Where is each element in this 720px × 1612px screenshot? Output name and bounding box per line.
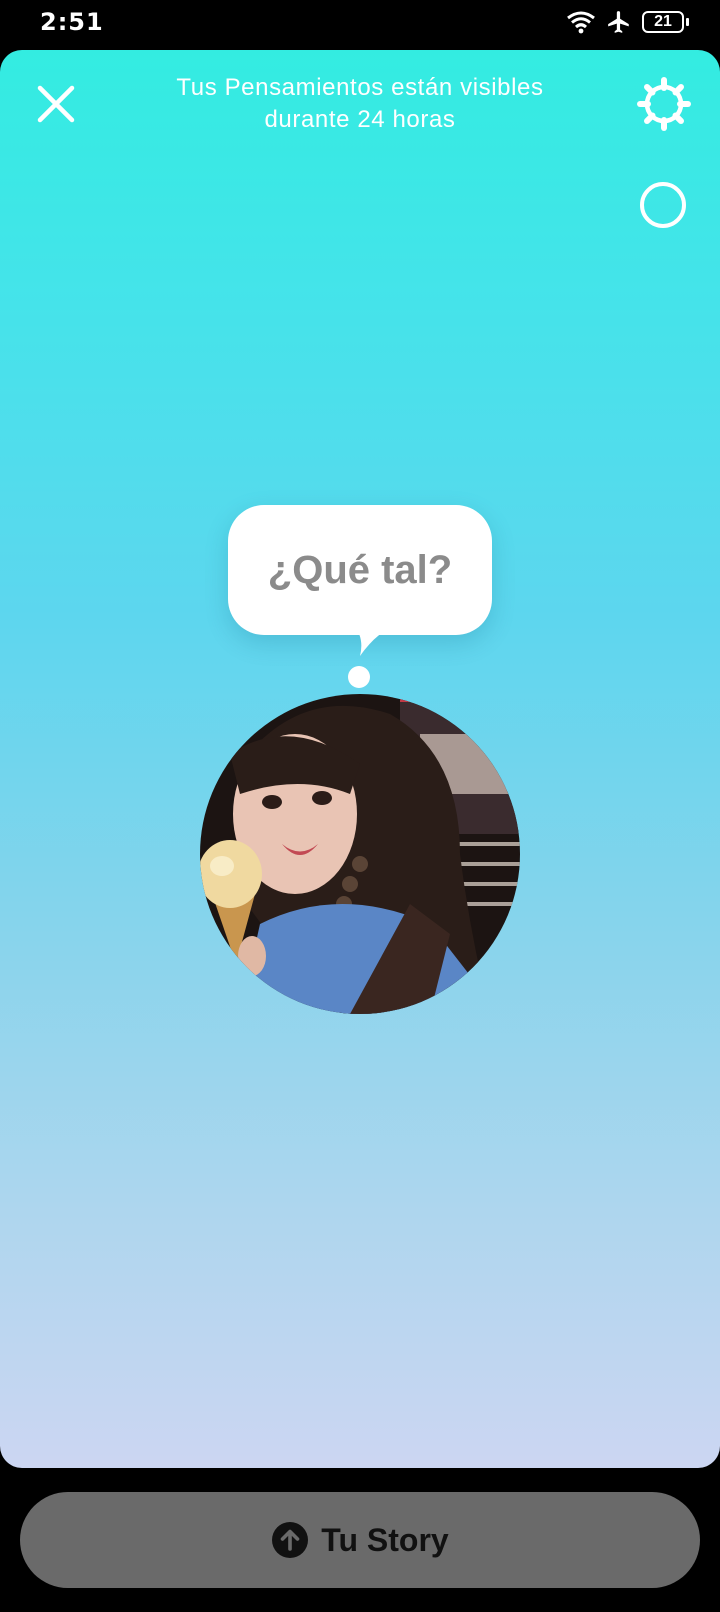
tu-story-label: Tu Story [321,1521,449,1558]
status-time: 2:51 [40,8,104,36]
profile-photo[interactable] [200,694,520,1014]
gear-icon[interactable] [636,76,692,132]
thought-placeholder: ¿Qué tal? [267,547,453,592]
profile-photo-image [200,694,520,1014]
circle-icon[interactable] [640,182,686,228]
status-bar: 2:51 21 [0,0,720,48]
airplane-mode-icon [608,11,629,33]
bubble-tail [356,628,390,656]
status-icons: 21 [566,9,689,35]
bubble-dot [348,666,370,688]
battery-icon: 21 [642,11,689,33]
thought-bubble[interactable]: ¿Qué tal? [228,505,492,635]
visibility-notice-line1: Tus Pensamientos están visibles [176,74,544,101]
tu-story-button[interactable]: Tu Story [20,1492,700,1588]
arrow-up-circle-icon [272,1522,309,1558]
wifi-icon [567,11,595,34]
visibility-notice-line2: durante 24 horas [264,106,456,133]
close-icon[interactable] [34,82,78,126]
thoughts-card: Tus Pensamientos están visibles durante … [0,50,720,1468]
visibility-notice: Tus Pensamientos están visibles durante … [140,72,580,136]
